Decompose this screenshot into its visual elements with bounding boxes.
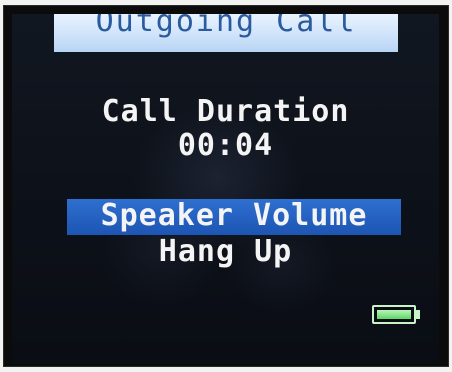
menu-item-label: Hang Up bbox=[158, 234, 293, 269]
call-duration-label: Call Duration bbox=[101, 94, 350, 129]
menu-item-label: Speaker Volume bbox=[100, 198, 368, 233]
menu-item-speaker-volume[interactable]: Speaker Volume bbox=[67, 199, 401, 235]
battery-level-fill bbox=[377, 310, 411, 319]
phone-screen: Outgoing Call Call Duration 00:04 Speake… bbox=[12, 14, 439, 364]
screen-title-bar: Outgoing Call bbox=[54, 14, 398, 52]
menu-item-hang-up[interactable]: Hang Up bbox=[12, 235, 439, 271]
battery-body bbox=[372, 305, 416, 324]
call-duration-value: 00:04 bbox=[177, 128, 274, 163]
battery-tip bbox=[416, 310, 420, 319]
call-menu: Speaker Volume Hang Up bbox=[12, 199, 439, 271]
battery-icon bbox=[372, 305, 420, 324]
screen-title: Outgoing Call bbox=[95, 14, 357, 39]
